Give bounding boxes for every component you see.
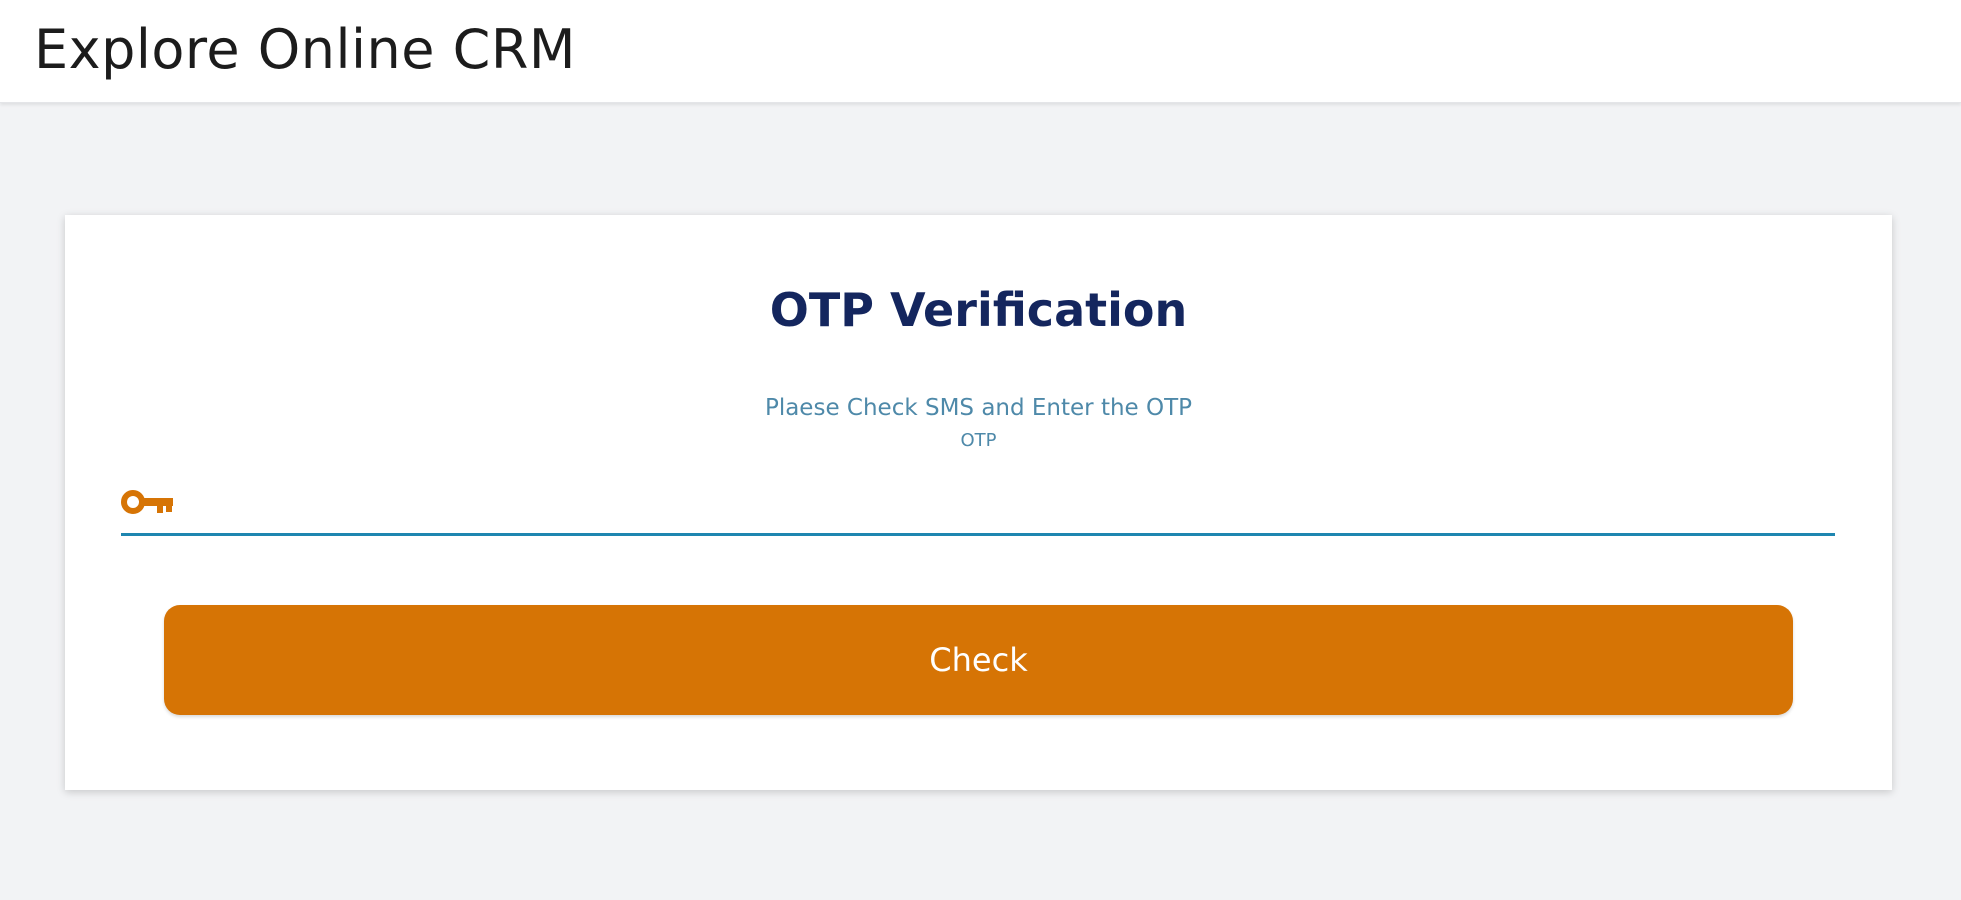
app-title: Explore Online CRM [34,18,576,81]
app-header: Explore Online CRM [0,0,1961,103]
card-title: OTP Verification [769,283,1188,337]
otp-field[interactable] [121,477,1835,536]
otp-card: OTP Verification Plaese Check SMS and En… [65,215,1892,790]
otp-field-label: OTP [960,430,997,451]
otp-input[interactable] [191,477,1835,533]
key-icon [121,490,173,514]
check-button[interactable]: Check [164,605,1793,715]
card-subtitle: Plaese Check SMS and Enter the OTP [764,395,1193,421]
